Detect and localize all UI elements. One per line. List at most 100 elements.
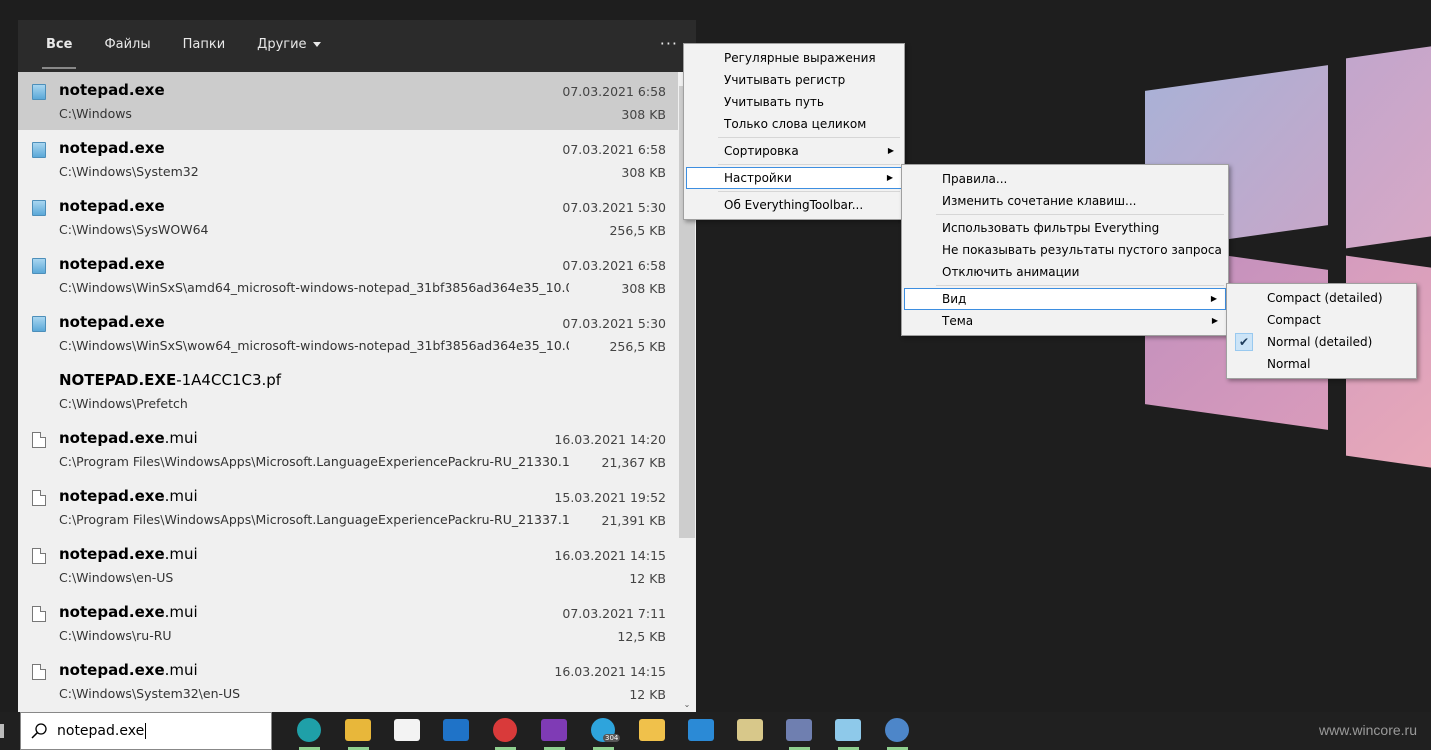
menu-item-compact[interactable]: Compact xyxy=(1229,309,1414,331)
result-date: 07.03.2021 6:58 xyxy=(562,84,666,99)
taskbar-button-telegram[interactable]: 304 xyxy=(579,712,628,750)
taskbar-button-paint[interactable] xyxy=(726,712,775,750)
menu-item-about[interactable]: Об EverythingToolbar... xyxy=(686,194,902,216)
menu-item-settings[interactable]: Настройки ▶ xyxy=(686,167,902,189)
menu-item-label: Отключить анимации xyxy=(942,265,1080,279)
menu-item-match-path[interactable]: Учитывать путь xyxy=(686,91,902,113)
result-path: C:\Windows\WinSxS\wow64_microsoft-window… xyxy=(59,338,569,353)
tab-folders[interactable]: Папки xyxy=(167,20,242,72)
notepad-icon xyxy=(32,258,46,274)
taskbar-button-onenote[interactable] xyxy=(530,712,579,750)
result-row[interactable]: notepad.exe.mui C:\Windows\ru-RU 07.03.202… xyxy=(18,594,678,652)
result-date: 16.03.2021 14:20 xyxy=(554,432,666,447)
result-name-rest: -1A4CC1C3.pf xyxy=(176,371,282,389)
result-date: 07.03.2021 7:11 xyxy=(562,606,666,621)
menu-item-label: Учитывать регистр xyxy=(724,73,846,87)
result-name-rest: .mui xyxy=(164,545,198,563)
result-row[interactable]: notepad.exe.mui C:\Program Files\WindowsA… xyxy=(18,478,678,536)
search-results-panel: Все Файлы Папки Другие ··· notepad.exe C:… xyxy=(18,20,696,712)
taskbar-button-vivaldi[interactable] xyxy=(481,712,530,750)
checkmark-icon: ✔ xyxy=(1235,333,1253,351)
result-path: C:\Program Files\WindowsApps\Microsoft.L… xyxy=(59,512,569,527)
result-name-rest: .mui xyxy=(164,487,198,505)
result-name-match: notepad.exe xyxy=(59,139,165,157)
more-options-button[interactable]: ··· xyxy=(660,34,678,53)
result-name-match: NOTEPAD.EXE xyxy=(59,371,177,389)
tab-all[interactable]: Все xyxy=(30,20,88,72)
menu-item-label: Только слова целиком xyxy=(724,117,867,131)
result-name: notepad.exe xyxy=(59,81,165,99)
taskbar-button-phone[interactable] xyxy=(677,712,726,750)
settings-submenu: Правила... Изменить сочетание клавиш... … xyxy=(901,164,1229,336)
result-path: C:\Windows\SysWOW64 xyxy=(59,222,209,237)
result-size: 12 KB xyxy=(629,571,666,586)
taskbar-button-edge[interactable] xyxy=(285,712,334,750)
result-name-match: notepad.exe xyxy=(59,487,165,505)
phone-icon xyxy=(688,719,714,741)
tab-files[interactable]: Файлы xyxy=(88,20,166,72)
menu-item-sort[interactable]: Сортировка ▶ xyxy=(686,140,902,162)
start-edge[interactable] xyxy=(0,724,4,738)
scroll-down-icon[interactable]: ⌄ xyxy=(678,698,696,712)
result-row[interactable]: NOTEPAD.EXE-1A4CC1C3.pf C:\Windows\Prefet… xyxy=(18,362,678,420)
menu-item-match-case[interactable]: Учитывать регистр xyxy=(686,69,902,91)
snipping-icon xyxy=(786,719,812,741)
taskbar-button-notepad[interactable] xyxy=(824,712,873,750)
vivaldi-icon xyxy=(493,718,517,742)
menu-item-compact-detailed[interactable]: Compact (detailed) xyxy=(1229,287,1414,309)
document-icon xyxy=(32,664,46,680)
result-size: 12,5 KB xyxy=(617,629,666,644)
result-row[interactable]: notepad.exe C:\Windows\SysWOW64 07.03.2021… xyxy=(18,188,678,246)
menu-separator xyxy=(718,137,900,138)
result-row[interactable]: notepad.exe C:\Windows\WinSxS\wow64_micro… xyxy=(18,304,678,362)
result-date: 07.03.2021 5:30 xyxy=(562,200,666,215)
tab-other[interactable]: Другие xyxy=(241,20,336,72)
taskbar-button-settings[interactable] xyxy=(873,712,922,750)
result-row[interactable]: notepad.exe C:\Windows\System32 07.03.2021… xyxy=(18,130,678,188)
document-icon xyxy=(32,606,46,622)
text-caret xyxy=(145,723,147,739)
menu-item-hide-empty[interactable]: Не показывать результаты пустого запроса xyxy=(904,239,1226,261)
taskbar-button-mail[interactable] xyxy=(432,712,481,750)
taskbar-button-snipping[interactable] xyxy=(775,712,824,750)
menu-item-shortcut[interactable]: Изменить сочетание клавиш... xyxy=(904,190,1226,212)
menu-item-disable-animations[interactable]: Отключить анимации xyxy=(904,261,1226,283)
result-path: C:\Windows\ru-RU xyxy=(59,628,172,643)
result-size: 308 KB xyxy=(621,107,666,122)
menu-item-normal-detailed[interactable]: ✔ Normal (detailed) xyxy=(1229,331,1414,353)
menu-item-view[interactable]: Вид ▶ xyxy=(904,288,1226,310)
menu-item-rules[interactable]: Правила... xyxy=(904,168,1226,190)
result-name: notepad.exe xyxy=(59,313,165,331)
search-input-value: notepad.exe xyxy=(57,723,145,739)
notepad-icon xyxy=(835,719,861,741)
menu-item-whole-words[interactable]: Только слова целиком xyxy=(686,113,902,135)
result-row[interactable]: notepad.exe.mui C:\Windows\System32\en-US… xyxy=(18,652,678,710)
taskbar-button-file-explorer[interactable] xyxy=(334,712,383,750)
menu-item-regex[interactable]: Регулярные выражения xyxy=(686,47,902,69)
result-name: notepad.exe.mui xyxy=(59,603,198,621)
menu-item-normal[interactable]: Normal xyxy=(1229,353,1414,375)
notepad-icon xyxy=(32,316,46,332)
menu-item-use-filters[interactable]: Использовать фильтры Everything xyxy=(904,217,1226,239)
filter-tabs: Все Файлы Папки Другие ··· xyxy=(18,20,696,72)
result-date: 07.03.2021 6:58 xyxy=(562,142,666,157)
menu-item-label: Учитывать путь xyxy=(724,95,824,109)
result-date: 07.03.2021 6:58 xyxy=(562,258,666,273)
result-row[interactable]: notepad.exe.mui C:\Windows\en-US 16.03.202… xyxy=(18,536,678,594)
result-name-match: notepad.exe xyxy=(59,197,165,215)
menu-item-theme[interactable]: Тема ▶ xyxy=(904,310,1226,332)
result-name: notepad.exe xyxy=(59,139,165,157)
result-row[interactable]: notepad.exe C:\Windows 07.03.2021 6:58 308 … xyxy=(18,72,678,130)
result-date: 16.03.2021 14:15 xyxy=(554,664,666,679)
search-input[interactable]: notepad.exe xyxy=(57,723,147,739)
result-size: 21,367 KB xyxy=(601,455,666,470)
menu-item-label: Не показывать результаты пустого запроса xyxy=(942,243,1222,257)
result-row[interactable]: notepad.exe C:\Windows\WinSxS\amd64_micro… xyxy=(18,246,678,304)
result-size: 21,391 KB xyxy=(601,513,666,528)
taskbar-apps: 304 xyxy=(285,712,922,750)
taskbar-search-box[interactable]: notepad.exe xyxy=(20,712,272,750)
taskbar-button-folder[interactable] xyxy=(628,712,677,750)
taskbar-button-store[interactable] xyxy=(383,712,432,750)
result-row[interactable]: notepad.exe.mui C:\Program Files\WindowsA… xyxy=(18,420,678,478)
tab-label: Файлы xyxy=(104,37,151,52)
